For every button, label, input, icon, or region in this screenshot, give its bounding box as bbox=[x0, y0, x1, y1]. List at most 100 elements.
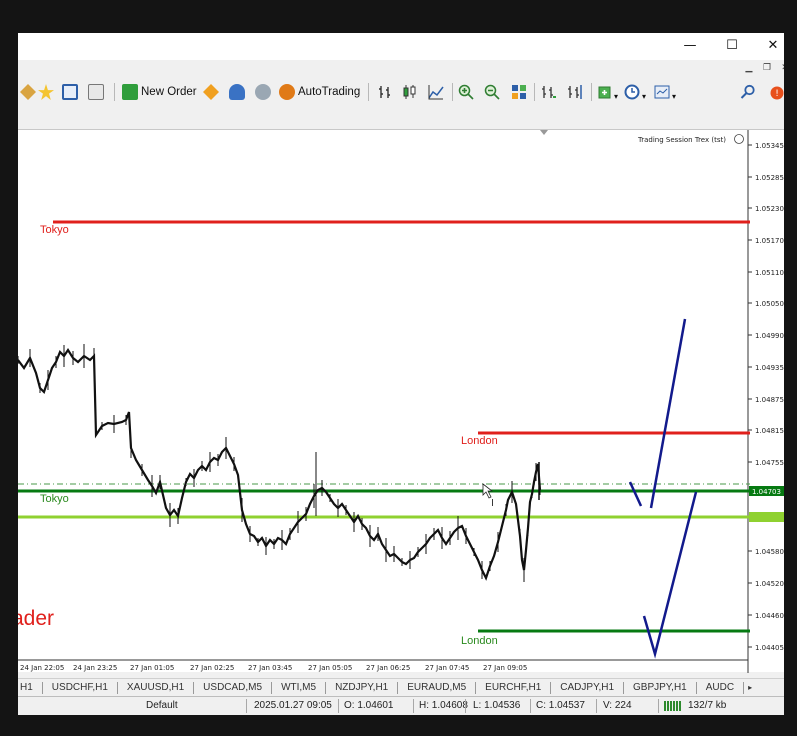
status-close: C: 1.04537 bbox=[536, 700, 585, 711]
projection-stroke-a bbox=[628, 481, 643, 507]
indicator-label: Trading Session Trex (tst) bbox=[637, 136, 726, 144]
price-tick-label: 1.05230 bbox=[755, 205, 784, 213]
metaeditor-icon[interactable] bbox=[203, 82, 219, 102]
status-high: H: 1.04608 bbox=[419, 700, 468, 711]
chart-tab[interactable]: USDCHF,H1 bbox=[43, 681, 118, 694]
price-tick-label: 1.04405 bbox=[755, 644, 784, 652]
indicator-settings-icon[interactable] bbox=[734, 134, 744, 144]
new-order-button[interactable]: New Order bbox=[122, 82, 197, 102]
time-axis-labels: 24 Jan 22:05 24 Jan 23:25 27 Jan 01:05 27 J… bbox=[20, 664, 527, 672]
main-toolbar: New Order AutoTrading ▾ ▾ ▾ ! bbox=[18, 77, 784, 107]
search-icon[interactable] bbox=[740, 84, 756, 100]
toolbar-strip bbox=[18, 107, 784, 129]
svg-text:!: ! bbox=[775, 89, 779, 99]
status-profile: Default bbox=[146, 700, 178, 711]
user-icon[interactable] bbox=[229, 82, 245, 102]
status-volume: V: 224 bbox=[603, 700, 632, 711]
window-icon[interactable] bbox=[62, 82, 78, 102]
periods-dropdown-icon[interactable]: ▾ bbox=[642, 86, 646, 106]
price-tick-label: 1.04520 bbox=[755, 580, 784, 588]
time-tick-label: 27 Jan 07:45 bbox=[425, 664, 469, 672]
templates-icon[interactable] bbox=[654, 84, 670, 100]
mouse-cursor-icon bbox=[482, 483, 494, 499]
child-restore-icon[interactable]: ❐ bbox=[760, 61, 774, 75]
new-order-label: New Order bbox=[141, 86, 197, 98]
price-tick-label: 1.05170 bbox=[755, 237, 784, 245]
current-price-label: 1.04703 bbox=[752, 488, 781, 496]
zoom-in-icon[interactable] bbox=[458, 84, 474, 100]
price-tick-label: 1.04460 bbox=[755, 612, 784, 620]
signals-icon[interactable] bbox=[255, 82, 271, 102]
projection-stroke-b bbox=[649, 318, 687, 509]
tabs-scroll-right-icon[interactable]: ▸ bbox=[748, 683, 752, 692]
price-tick-label: 1.04875 bbox=[755, 396, 784, 404]
price-tick-label: 1.04580 bbox=[755, 548, 784, 556]
price-tick-label: 1.04815 bbox=[755, 427, 784, 435]
status-datetime: 2025.01.27 09:05 bbox=[254, 700, 332, 711]
price-tick-label: 1.05345 bbox=[755, 142, 784, 150]
price-tick-label: 1.04935 bbox=[755, 364, 784, 372]
chart-tab[interactable]: GBPJPY,H1 bbox=[624, 681, 697, 694]
time-tick-label: 27 Jan 06:25 bbox=[366, 664, 410, 672]
favorites-icon[interactable] bbox=[38, 82, 54, 102]
chart-tab[interactable]: CADJPY,H1 bbox=[551, 681, 625, 694]
price-tick-label: 1.05285 bbox=[755, 174, 784, 182]
maximize-button[interactable]: ☐ bbox=[720, 37, 744, 55]
chart-tab[interactable]: USDCAD,M5 bbox=[194, 681, 273, 694]
time-tick-label: 27 Jan 02:25 bbox=[190, 664, 234, 672]
close-button[interactable]: ✕ bbox=[761, 37, 784, 55]
indicators-dropdown-icon[interactable]: ▾ bbox=[614, 86, 618, 106]
price-tick-label: 1.04755 bbox=[755, 459, 784, 467]
time-tick-label: 27 Jan 05:05 bbox=[308, 664, 352, 672]
candlestick-series bbox=[18, 344, 542, 582]
time-tick-label: 27 Jan 03:45 bbox=[248, 664, 292, 672]
mdi-controls: ▁ ❐ ✕ bbox=[18, 60, 784, 77]
bar-chart-icon[interactable] bbox=[378, 84, 394, 100]
templates-dropdown-icon[interactable]: ▾ bbox=[672, 86, 676, 106]
candle-trace bbox=[18, 347, 542, 581]
time-tick-label: 24 Jan 22:05 bbox=[20, 664, 64, 672]
london-high-label: London bbox=[461, 435, 498, 447]
status-bar: Default 2025.01.27 09:05 O: 1.04601 H: 1… bbox=[18, 696, 784, 715]
chart-shift-icon[interactable] bbox=[567, 84, 583, 100]
autotrading-button[interactable]: AutoTrading bbox=[279, 82, 360, 102]
chart-tab[interactable]: NZDJPY,H1 bbox=[326, 681, 399, 694]
chart-tab[interactable]: EURAUD,M5 bbox=[398, 681, 477, 694]
autoscroll-icon[interactable] bbox=[541, 84, 557, 100]
scroll-marker-icon bbox=[540, 130, 548, 135]
line-chart-icon[interactable] bbox=[428, 84, 444, 100]
child-minimize-icon[interactable]: ▁ bbox=[742, 61, 756, 75]
chart-tab[interactable]: XAUUSD,H1 bbox=[118, 681, 195, 694]
periods-clock-icon[interactable] bbox=[624, 84, 640, 100]
price-chart[interactable]: Trading Session Trex (tst) Tokyo Tokyo L… bbox=[18, 129, 784, 673]
autotrading-icon bbox=[279, 84, 295, 100]
new-order-icon bbox=[122, 84, 138, 100]
price-axis-labels: 1.05345 1.05285 1.05230 1.05170 1.05110 1.050… bbox=[748, 142, 784, 652]
tokyo-high-label: Tokyo bbox=[40, 224, 69, 236]
status-open: O: 1.04601 bbox=[344, 700, 394, 711]
price-tick-label: 1.05050 bbox=[755, 300, 784, 308]
time-tick-label: 27 Jan 09:05 bbox=[483, 664, 527, 672]
child-close-icon[interactable]: ✕ bbox=[778, 61, 784, 75]
navigator-icon[interactable] bbox=[20, 82, 36, 102]
time-tick-label: 27 Jan 01:05 bbox=[130, 664, 174, 672]
minimize-button[interactable]: — bbox=[678, 37, 702, 55]
chart-tab[interactable]: H1 bbox=[18, 681, 43, 694]
tile-windows-icon[interactable] bbox=[511, 84, 527, 100]
chart-tab[interactable]: EURCHF,H1 bbox=[476, 681, 552, 694]
title-bar: — ☐ ✕ bbox=[18, 33, 784, 60]
price-tick-label: 1.04990 bbox=[755, 332, 784, 340]
connection-bars-icon[interactable] bbox=[663, 700, 685, 712]
indicators-icon[interactable] bbox=[598, 84, 614, 100]
light-green-level-tag bbox=[749, 512, 784, 522]
chart-tab[interactable]: AUDC bbox=[697, 681, 745, 694]
candlestick-chart-icon[interactable] bbox=[402, 84, 418, 100]
notification-badge-icon[interactable]: ! bbox=[768, 84, 784, 100]
chart-tabs: H1 USDCHF,H1 XAUUSD,H1 USDCAD,M5 WTI,M5 NZDJP… bbox=[18, 678, 784, 696]
chart-tab[interactable]: WTI,M5 bbox=[272, 681, 327, 694]
tokyo-low-label: Tokyo bbox=[40, 493, 69, 505]
zoom-out-icon[interactable] bbox=[484, 84, 500, 100]
london-low-label: London bbox=[461, 635, 498, 647]
tester-icon[interactable] bbox=[88, 82, 104, 102]
price-tick-label: 1.05110 bbox=[755, 269, 784, 277]
